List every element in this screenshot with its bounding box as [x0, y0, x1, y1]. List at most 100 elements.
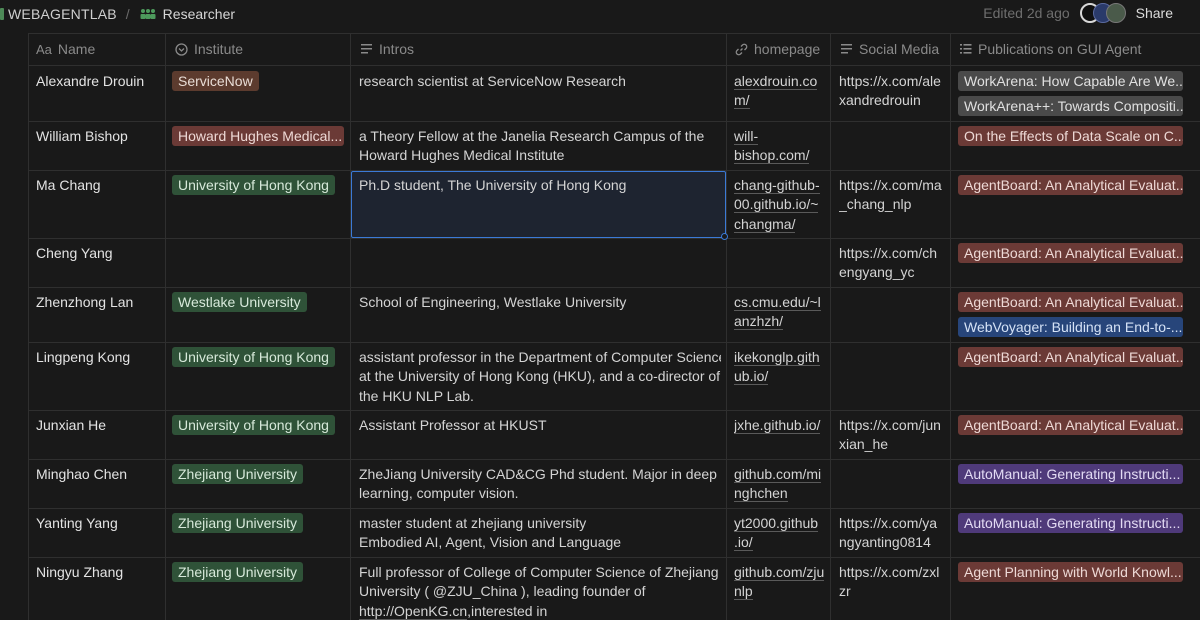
homepage-link-text[interactable]: jxhe.github.io/ [734, 417, 821, 434]
intro-text[interactable]: Howard Hughes Medical Institute [359, 146, 721, 165]
avatar[interactable] [1105, 3, 1126, 23]
homepage-link[interactable]: cs.cmu.edu/~l [734, 293, 824, 312]
researcher-name[interactable]: Alexandre Drouin [36, 72, 161, 91]
workspace-name[interactable]: WEBAGENTLAB [8, 6, 117, 22]
institute-tag[interactable]: University of Hong Kong [172, 347, 335, 367]
homepage-link[interactable]: nghchen [734, 484, 824, 503]
homepage-link[interactable]: 00.github.io/~ [734, 195, 824, 214]
intro-text[interactable]: the HKU NLP Lab. [359, 387, 721, 406]
homepage-link[interactable]: github.com/mi [734, 465, 824, 484]
selection-handle[interactable] [721, 233, 728, 240]
page-title[interactable]: Researcher [163, 6, 235, 22]
homepage-link[interactable]: chang-github- [734, 176, 824, 195]
homepage-link[interactable]: ikekonglp.gith [734, 348, 824, 367]
researcher-name[interactable]: Minghao Chen [36, 465, 161, 484]
researcher-name[interactable]: Cheng Yang [36, 244, 161, 263]
researcher-name[interactable]: Zhenzhong Lan [36, 293, 161, 312]
social-media-link[interactable]: https://x.com/zxl [839, 563, 947, 582]
publication-tag[interactable]: AutoManual: Generating Instructi... [958, 464, 1183, 484]
homepage-link[interactable]: m/ [734, 91, 824, 110]
publication-tag[interactable]: AgentBoard: An Analytical Evaluat... [958, 347, 1183, 367]
social-media-link[interactable]: zr [839, 582, 947, 601]
homepage-link-text[interactable]: alexdrouin.co [734, 73, 818, 90]
homepage-link-text[interactable]: nlp [734, 583, 753, 601]
homepage-link[interactable]: bishop.com/ [734, 146, 824, 165]
homepage-link-text[interactable]: github.com/zju [734, 564, 824, 581]
institute-tag[interactable]: Howard Hughes Medical... [172, 126, 344, 146]
homepage-link[interactable]: yt2000.github [734, 514, 824, 533]
column-header-name[interactable]: Aa Name [36, 41, 95, 57]
homepage-link-text[interactable]: will- [734, 128, 759, 145]
researcher-name[interactable]: William Bishop [36, 127, 161, 146]
intro-text[interactable]: Embodied AI, Agent, Vision and Language [359, 533, 721, 552]
intro-text[interactable]: at the University of Hong Kong (HKU), an… [359, 367, 721, 386]
publication-tag[interactable]: On the Effects of Data Scale on C... [958, 126, 1183, 146]
researcher-name[interactable]: Ma Chang [36, 176, 161, 195]
researcher-name[interactable]: Yanting Yang [36, 514, 161, 533]
intro-text[interactable]: Ph.D student, The University of Hong Kon… [359, 176, 721, 195]
homepage-link-text[interactable]: ub.io/ [734, 368, 769, 386]
column-header-institute[interactable]: Institute [174, 41, 243, 57]
intro-text[interactable]: Full professor of College of Computer Sc… [359, 563, 721, 582]
intro-text[interactable]: a Theory Fellow at the Janelia Research … [359, 127, 721, 146]
researcher-name[interactable]: Ningyu Zhang [36, 563, 161, 582]
homepage-link[interactable]: alexdrouin.co [734, 72, 824, 91]
openkg-link[interactable]: http://OpenKG.cn [359, 602, 468, 620]
intro-text[interactable]: University ( @ZJU_China ), leading found… [359, 582, 721, 601]
institute-tag[interactable]: ServiceNow [172, 71, 259, 91]
institute-tag[interactable]: University of Hong Kong [172, 415, 335, 435]
publication-tag[interactable]: Agent Planning with World Knowl... [958, 562, 1183, 582]
researcher-name[interactable]: Lingpeng Kong [36, 348, 161, 367]
share-button[interactable]: Share [1136, 5, 1173, 21]
publication-tag[interactable]: WorkArena++: Towards Compositi... [958, 96, 1183, 116]
intro-text[interactable]: http://OpenKG.cn,interested in [359, 602, 721, 620]
homepage-link[interactable]: github.com/zju [734, 563, 824, 582]
homepage-link-text[interactable]: chang-github- [734, 177, 820, 194]
homepage-link[interactable]: anzhzh/ [734, 312, 824, 331]
homepage-link[interactable]: .io/ [734, 533, 824, 552]
publication-tag[interactable]: WorkArena: How Capable Are We... [958, 71, 1183, 91]
homepage-link-text[interactable]: nghchen [734, 485, 788, 503]
homepage-link[interactable]: will- [734, 127, 824, 146]
homepage-link[interactable]: nlp [734, 582, 824, 601]
researcher-name[interactable]: Junxian He [36, 416, 161, 435]
homepage-link-text[interactable]: changma/ [734, 215, 796, 233]
institute-tag[interactable]: Zhejiang University [172, 562, 304, 582]
homepage-link-text[interactable]: anzhzh/ [734, 313, 784, 331]
intro-text[interactable]: ZheJiang University CAD&CG Phd student. … [359, 465, 721, 484]
column-header-publications[interactable]: Publications on GUI Agent [958, 41, 1141, 57]
institute-tag[interactable]: University of Hong Kong [172, 175, 335, 195]
social-media-link[interactable]: xandredrouin [839, 91, 947, 110]
homepage-link[interactable]: changma/ [734, 215, 824, 234]
homepage-link-text[interactable]: m/ [734, 92, 750, 110]
social-media-link[interactable]: _chang_nlp [839, 195, 947, 214]
social-media-link[interactable]: https://x.com/ma [839, 176, 947, 195]
column-header-intros[interactable]: Intros [359, 41, 414, 57]
publication-tag[interactable]: WebVoyager: Building an End-to-... [958, 317, 1183, 337]
homepage-link-text[interactable]: 00.github.io/~ [734, 196, 819, 214]
intro-text[interactable]: master student at zhejiang university [359, 514, 721, 533]
social-media-link[interactable]: https://x.com/ale [839, 72, 947, 91]
social-media-link[interactable]: xian_he [839, 435, 947, 454]
intro-text[interactable]: Assistant Professor at HKUST [359, 416, 721, 435]
publication-tag[interactable]: AgentBoard: An Analytical Evaluat... [958, 415, 1183, 435]
homepage-link-text[interactable]: github.com/mi [734, 466, 822, 483]
institute-tag[interactable]: Westlake University [172, 292, 307, 312]
publication-tag[interactable]: AgentBoard: An Analytical Evaluat... [958, 292, 1183, 312]
homepage-link[interactable]: jxhe.github.io/ [734, 416, 824, 435]
institute-tag[interactable]: Zhejiang University [172, 464, 304, 484]
publication-tag[interactable]: AgentBoard: An Analytical Evaluat... [958, 243, 1183, 263]
homepage-link-text[interactable]: ikekonglp.gith [734, 349, 820, 366]
homepage-link-text[interactable]: yt2000.github [734, 515, 819, 532]
last-edited[interactable]: Edited 2d ago [983, 5, 1069, 21]
intro-text[interactable]: assistant professor in the Department of… [359, 348, 721, 367]
intro-text[interactable]: learning, computer vision. [359, 484, 721, 503]
homepage-link[interactable]: ub.io/ [734, 367, 824, 386]
publication-tag[interactable]: AutoManual: Generating Instructi... [958, 513, 1183, 533]
publication-tag[interactable]: AgentBoard: An Analytical Evaluat... [958, 175, 1183, 195]
institute-tag[interactable]: Zhejiang University [172, 513, 304, 533]
social-media-link[interactable]: https://x.com/ch [839, 244, 947, 263]
intro-text[interactable]: research scientist at ServiceNow Researc… [359, 72, 721, 91]
social-media-link[interactable]: ngyanting0814 [839, 533, 947, 552]
social-media-link[interactable]: https://x.com/jun [839, 416, 947, 435]
